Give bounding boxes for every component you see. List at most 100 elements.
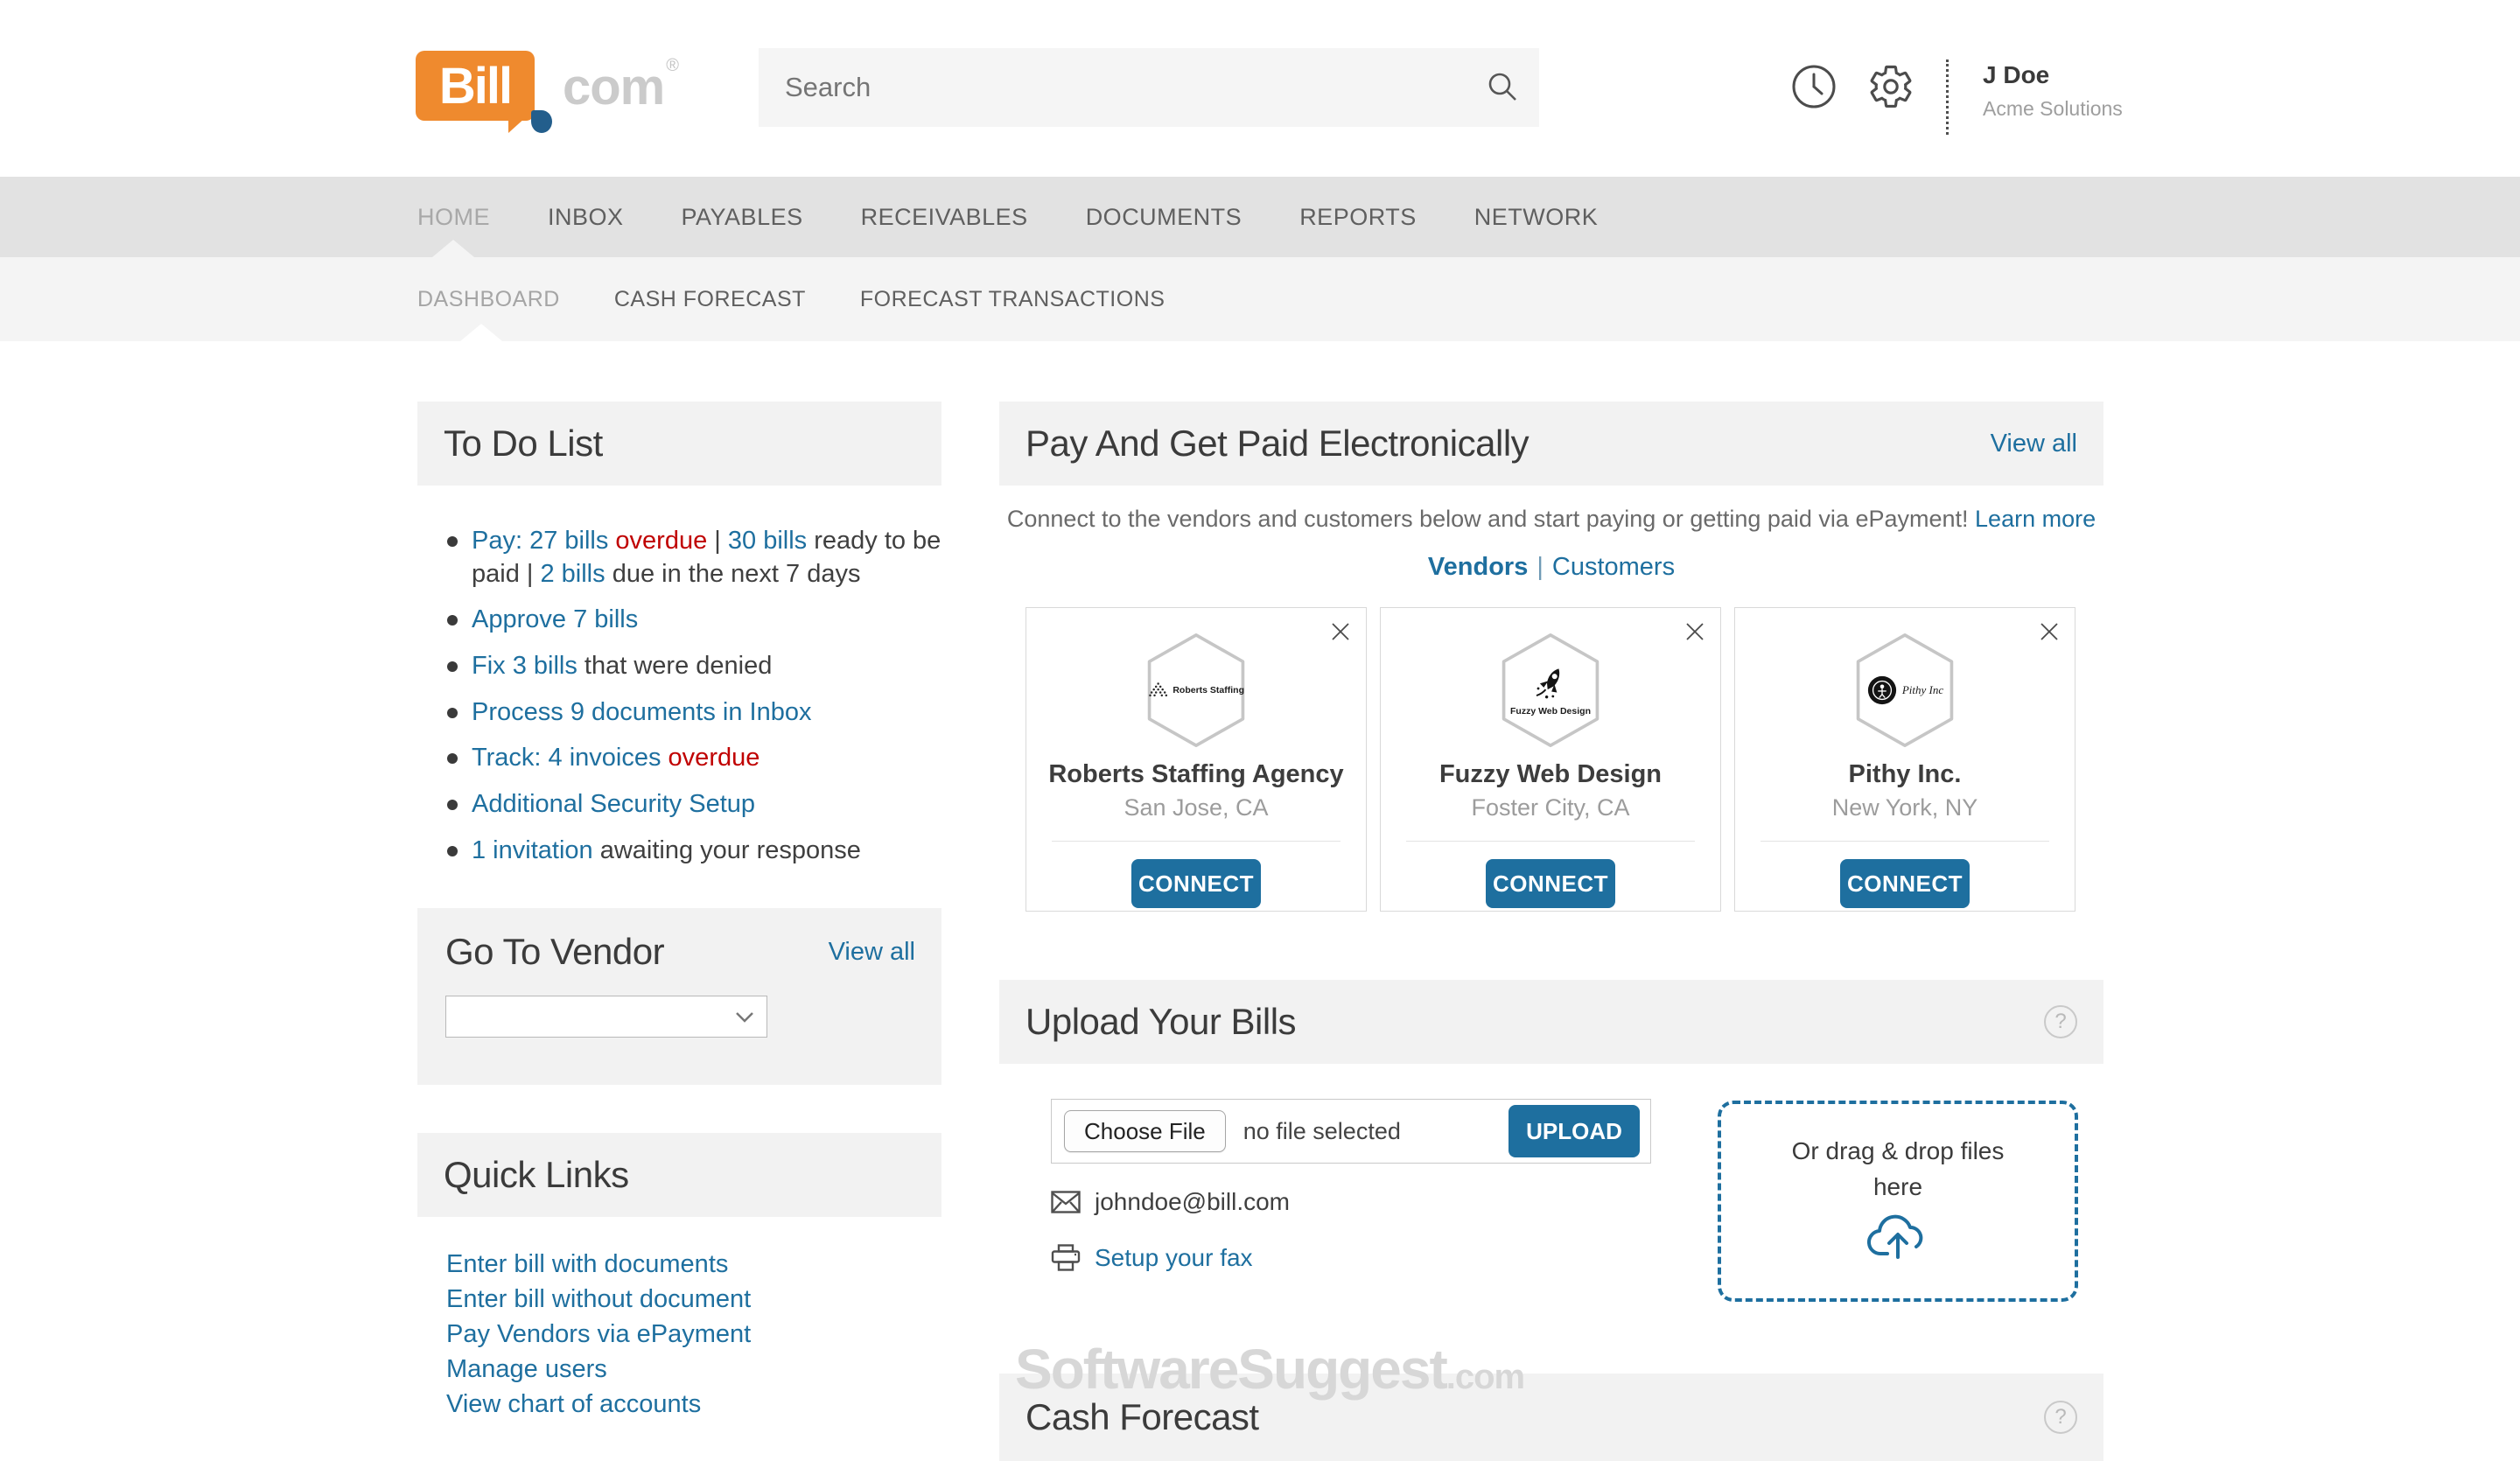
gear-icon[interactable]: [1867, 63, 1914, 115]
vendor-name: Pithy Inc.: [1848, 760, 1962, 788]
search-icon[interactable]: [1485, 69, 1520, 108]
todo-list: Pay: 27 bills overdue | 30 bills ready t…: [417, 525, 942, 881]
todo-item: Track: 4 invoices overdue: [417, 742, 942, 775]
logo-text: Fuzzy Web Design: [1510, 705, 1591, 717]
todo-item: Process 9 documents in Inbox: [417, 696, 942, 730]
pay-view-all-link[interactable]: View all: [1991, 430, 2077, 458]
nav-item-network[interactable]: NETWORK: [1474, 204, 1599, 231]
todo-text: that were denied: [577, 652, 773, 681]
roberts-staffing-logo-icon: [1149, 682, 1168, 697]
dropzone-text-line2: here: [1872, 1172, 1923, 1200]
bill-com-logo[interactable]: Bill com ®: [416, 51, 679, 133]
pay-title: Pay And Get Paid Electronically: [1026, 423, 1530, 464]
upload-email-address: johndoe@bill.com: [1095, 1188, 1290, 1215]
todo-title: To Do List: [444, 423, 603, 464]
choose-file-button[interactable]: Choose File: [1064, 1110, 1226, 1152]
nav-item-inbox[interactable]: INBOX: [548, 204, 624, 231]
pithy-inc-logo: Pithy Inc: [1852, 631, 1958, 750]
pay-intro-text: Connect to the vendors and customers bel…: [1006, 506, 1976, 532]
vendor-card-roberts-staffing-agency: Roberts Staffing Roberts Staffing Agency…: [1026, 607, 1367, 912]
tab-customers[interactable]: Customers: [1552, 553, 1675, 581]
todo-item: Approve 7 bills: [417, 604, 942, 637]
todo-panel-header: To Do List: [417, 402, 942, 486]
close-icon[interactable]: [1684, 620, 1706, 643]
drag-drop-zone[interactable]: Or drag & drop files here: [1718, 1101, 2078, 1302]
bill-logo-box: Bill: [416, 51, 552, 133]
logo-text: Roberts Staffing: [1172, 685, 1244, 696]
cash-forecast-help-icon[interactable]: ?: [2044, 1401, 2077, 1434]
upload-panel-header: Upload Your Bills ?: [999, 980, 2104, 1064]
connect-button[interactable]: CONNECT: [1486, 859, 1615, 908]
todo-text: overdue: [608, 527, 708, 555]
todo-text: due in the next 7 days: [605, 559, 861, 588]
todo-item: Fix 3 bills that were denied: [417, 650, 942, 683]
upload-email-row: johndoe@bill.com: [1051, 1188, 1290, 1216]
todo-link[interactable]: Approve 7 bills: [472, 605, 638, 633]
user-menu[interactable]: J Doe Acme Solutions: [1983, 61, 2123, 121]
todo-link[interactable]: 30 bills: [728, 527, 807, 555]
goto-vendor-panel: Go To Vendor View all: [417, 908, 942, 1085]
goto-vendor-view-all-link[interactable]: View all: [829, 938, 915, 967]
todo-text: |: [707, 527, 728, 555]
vendor-location: New York, NY: [1831, 794, 1978, 821]
fuzzy-rocket-logo-icon: [1536, 668, 1560, 698]
subnav-active-notch: [460, 324, 502, 341]
logo-bill-text: Bill: [438, 57, 513, 115]
vendor-cards: Roberts Staffing Roberts Staffing Agency…: [1026, 607, 2076, 912]
todo-link[interactable]: Process 9 documents in Inbox: [472, 698, 811, 726]
fax-printer-icon: [1051, 1244, 1081, 1271]
subnav-item-cash-forecast[interactable]: CASH FORECAST: [614, 287, 806, 312]
nav-item-documents[interactable]: DOCUMENTS: [1086, 204, 1242, 231]
learn-more-link[interactable]: Learn more: [1975, 506, 2096, 532]
search-bar[interactable]: [759, 48, 1539, 127]
card-divider: [1760, 841, 2049, 842]
todo-text: overdue: [661, 744, 760, 772]
cash-forecast-header: Cash Forecast ?: [999, 1374, 2104, 1461]
main-nav: HOME INBOX PAYABLES RECEIVABLES DOCUMENTS REP…: [0, 177, 2520, 257]
connect-button[interactable]: CONNECT: [1840, 859, 1970, 908]
subnav-item-forecast-transactions[interactable]: FORECAST TRANSACTIONS: [860, 287, 1166, 312]
logo-com-text: com: [563, 59, 665, 115]
vendor-name: Fuzzy Web Design: [1438, 760, 1662, 788]
search-input[interactable]: [759, 48, 1539, 127]
logo-tail-shape: [508, 117, 526, 133]
upload-button[interactable]: UPLOAD: [1508, 1105, 1640, 1157]
todo-link[interactable]: Fix 3 bills: [472, 652, 578, 680]
quick-link-view-chart-of-accounts[interactable]: View chart of accounts: [446, 1387, 936, 1422]
upload-fax-row: Setup your fax: [1051, 1244, 1253, 1272]
roberts-staffing-agency-logo: Roberts Staffing: [1143, 631, 1250, 750]
clock-icon[interactable]: [1790, 63, 1838, 115]
todo-link[interactable]: Additional Security Setup: [472, 790, 755, 818]
dropzone-text-line1: Or drag & drop files: [1791, 1137, 2005, 1164]
nav-item-receivables[interactable]: RECEIVABLES: [861, 204, 1028, 231]
chevron-down-icon: [736, 1012, 753, 1023]
todo-link[interactable]: Pay: 27 bills: [472, 527, 608, 555]
card-divider: [1052, 841, 1340, 842]
nav-item-reports[interactable]: REPORTS: [1299, 204, 1417, 231]
envelope-icon: [1051, 1191, 1081, 1213]
quick-links-header: Quick Links: [417, 1133, 942, 1217]
upload-help-icon[interactable]: ?: [2044, 1005, 2077, 1038]
tab-vendors[interactable]: Vendors: [1428, 553, 1528, 581]
vendor-select[interactable]: [445, 996, 767, 1038]
connect-button[interactable]: CONNECT: [1131, 859, 1261, 908]
todo-link[interactable]: 2 bills: [540, 560, 605, 588]
nav-active-notch: [432, 240, 474, 257]
quick-link-enter-bill-with-documents[interactable]: Enter bill with documents: [446, 1247, 936, 1282]
nav-item-payables[interactable]: PAYABLES: [682, 204, 803, 231]
quick-link-manage-users[interactable]: Manage users: [446, 1352, 936, 1387]
nav-item-home[interactable]: HOME: [417, 204, 490, 231]
subnav-item-dashboard[interactable]: DASHBOARD: [417, 287, 560, 312]
quick-link-enter-bill-without-document[interactable]: Enter bill without document: [446, 1282, 936, 1317]
file-upload-box: Choose File no file selected UPLOAD: [1051, 1099, 1651, 1164]
todo-item: Additional Security Setup: [417, 788, 942, 821]
close-icon[interactable]: [2038, 620, 2061, 643]
todo-link[interactable]: Track: 4 invoices: [472, 744, 662, 772]
todo-link[interactable]: 1 invitation: [472, 836, 593, 864]
pay-tabs: Vendors | Customers: [999, 553, 2104, 582]
quick-link-pay-vendors-via-epayment[interactable]: Pay Vendors via ePayment: [446, 1317, 936, 1352]
close-icon[interactable]: [1329, 620, 1352, 643]
user-name: J Doe: [1983, 61, 2050, 88]
setup-fax-link[interactable]: Setup your fax: [1095, 1244, 1253, 1272]
vendor-name: Roberts Staffing Agency: [1048, 760, 1344, 788]
